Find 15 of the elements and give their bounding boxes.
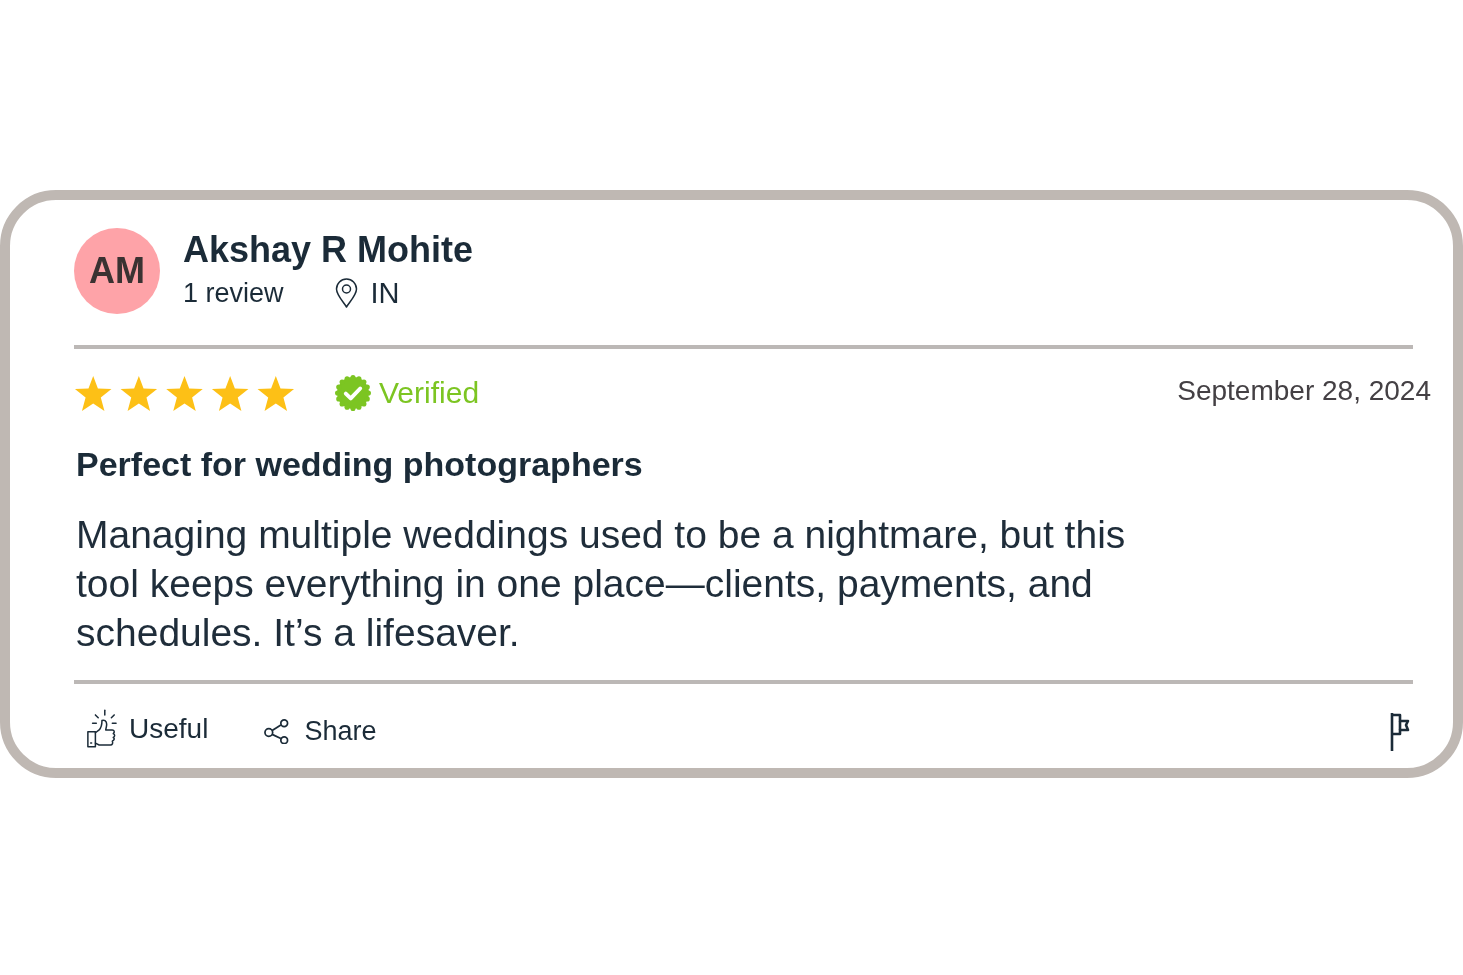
review-title: Perfect for wedding photographers [76,447,643,481]
country-text: IN [370,278,400,308]
share-icon [263,718,291,744]
location-pin-icon [333,278,359,308]
reviewer-name: Akshay R Mohite [183,232,474,268]
review-count: 1 review [183,279,284,307]
avatar: AM [74,228,160,314]
review-body: Managing multiple weddings used to be a nightmare, but this tool keeps everything in one place—clients, payments, and schedules. It’s a lifesaver. [76,512,1127,656]
share-button[interactable]: Share [263,717,377,745]
review-date: September 28, 2024 [1177,377,1431,405]
flag-icon [1389,712,1411,752]
useful-button[interactable]: Useful [86,709,209,749]
thumbs-up-icon [86,709,117,749]
verified-label: Verified [379,378,480,408]
report-button[interactable] [1389,712,1411,752]
